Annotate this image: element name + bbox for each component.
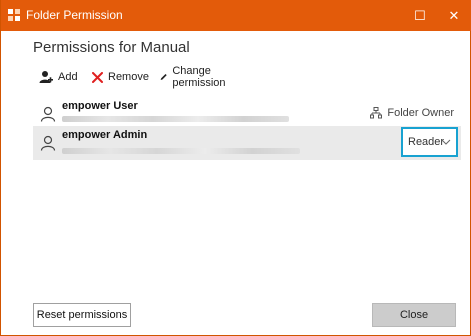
add-label: Add [58,71,78,83]
maximize-button[interactable]: ☐ [405,0,435,31]
remove-label: Remove [108,71,149,83]
remove-button[interactable]: Remove [92,66,149,88]
user-name: empower Admin [62,129,148,141]
window-title: Folder Permission [26,8,123,22]
pencil-icon [160,73,167,81]
add-user-icon [39,71,53,83]
close-button[interactable]: Close [372,303,456,327]
role-text: Folder Owner [387,107,454,119]
remove-icon [92,71,103,83]
dialog-heading: Permissions for Manual [33,39,190,56]
reset-permissions-button[interactable]: Reset permissions [33,303,131,327]
permission-row-selected[interactable]: empower Admin [33,126,461,160]
add-button[interactable]: Add [39,66,78,88]
change-permission-button[interactable]: Change permission [160,65,230,89]
user-icon [40,135,56,151]
user-name: empower User [62,100,138,112]
chevron-down-icon [441,139,451,145]
folder-permission-window: Folder Permission ☐ ✕ Permissions for Ma… [0,0,471,336]
app-icon [8,9,20,21]
role-dropdown[interactable]: Reader [401,127,458,157]
owner-icon [370,107,383,119]
title-bar: Folder Permission ☐ ✕ [1,0,471,31]
role-selected-value: Reader [408,136,445,148]
user-icon [40,106,56,122]
change-permission-label: Change permission [172,65,226,89]
close-window-button[interactable]: ✕ [439,0,469,31]
redacted-email [62,148,300,154]
redacted-email [62,116,289,122]
folder-owner-label: Folder Owner [370,107,454,119]
